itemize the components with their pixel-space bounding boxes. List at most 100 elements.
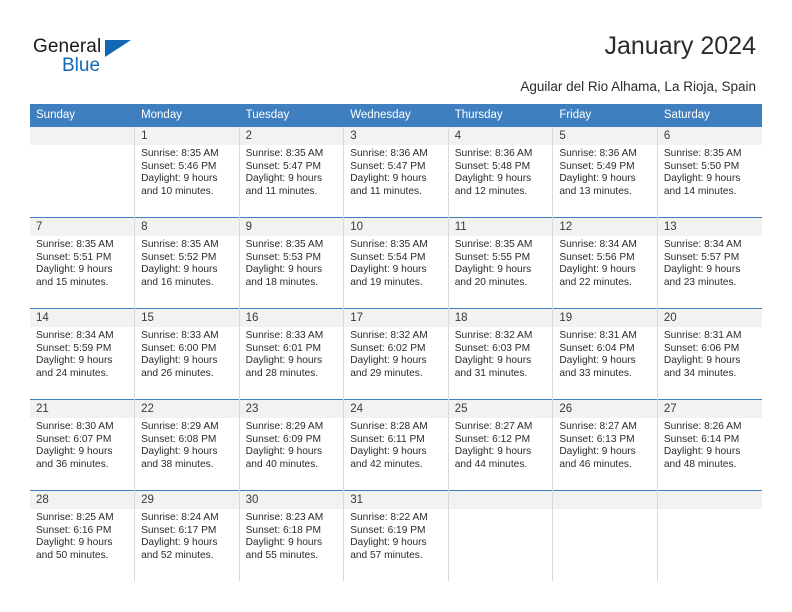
calendar-day-cell[interactable]: 24 Sunrise: 8:28 AM Sunset: 6:11 PM Dayligh… — [343, 399, 449, 491]
calendar-day-cell[interactable]: 18 Sunrise: 8:32 AM Sunset: 6:03 PM Dayligh… — [448, 308, 554, 400]
calendar-day-cell[interactable]: 27 Sunrise: 8:26 AM Sunset: 6:14 PM Dayligh… — [657, 399, 762, 491]
day-cell-inner: 24 Sunrise: 8:28 AM Sunset: 6:11 PM Dayligh… — [344, 400, 448, 490]
calendar-day-cell[interactable]: 26 Sunrise: 8:27 AM Sunset: 6:13 PM Dayligh… — [552, 399, 658, 491]
calendar-week-row: 7 Sunrise: 8:35 AM Sunset: 5:51 PM Daylight… — [30, 217, 762, 309]
daylight-text: Daylight: 9 hours and 10 minutes. — [141, 173, 218, 197]
calendar-day-cell[interactable]: 20 Sunrise: 8:31 AM Sunset: 6:06 PM Dayligh… — [657, 308, 762, 400]
sunrise-text: Sunrise: 8:34 AM — [663, 239, 742, 250]
calendar-day-cell[interactable]: 19 Sunrise: 8:31 AM Sunset: 6:04 PM Dayligh… — [552, 308, 658, 400]
day-cell-inner: 13 Sunrise: 8:34 AM Sunset: 5:57 PM Dayligh… — [657, 218, 762, 308]
daylight-text: Daylight: 9 hours and 46 minutes. — [559, 446, 636, 470]
day-sun-info: Sunrise: 8:34 AM Sunset: 5:59 PM Daylight:… — [30, 327, 134, 380]
day-cell-inner: 27 Sunrise: 8:26 AM Sunset: 6:14 PM Dayligh… — [657, 400, 762, 490]
day-sun-info: Sunrise: 8:32 AM Sunset: 6:02 PM Daylight:… — [344, 327, 448, 380]
sunset-text: Sunset: 6:09 PM — [245, 433, 321, 445]
day-number: 9 — [239, 218, 344, 236]
day-number — [657, 491, 762, 509]
calendar-day-cell[interactable]: 31 Sunrise: 8:22 AM Sunset: 6:19 PM Dayligh… — [343, 490, 449, 581]
calendar-day-cell[interactable]: 9 Sunrise: 8:35 AM Sunset: 5:53 PM Daylight… — [239, 217, 345, 309]
weekday-header-wednesday: Wednesday — [343, 104, 449, 127]
sunrise-text: Sunrise: 8:24 AM — [141, 512, 219, 523]
daylight-text: Daylight: 9 hours and 22 minutes. — [559, 264, 636, 288]
daylight-text: Daylight: 9 hours and 40 minutes. — [245, 446, 323, 470]
daylight-text: Daylight: 9 hours and 11 minutes. — [350, 173, 427, 197]
day-sun-info: Sunrise: 8:36 AM Sunset: 5:48 PM Daylight:… — [449, 145, 553, 198]
day-cell-inner: 19 Sunrise: 8:31 AM Sunset: 6:04 PM Dayligh… — [553, 309, 657, 399]
calendar-day-cell[interactable]: 28 Sunrise: 8:25 AM Sunset: 6:16 PM Dayligh… — [30, 490, 136, 581]
calendar-day-cell[interactable]: 29 Sunrise: 8:24 AM Sunset: 6:17 PM Dayligh… — [134, 490, 240, 581]
calendar-cell-empty — [30, 126, 136, 218]
sunrise-text: Sunrise: 8:36 AM — [350, 148, 428, 159]
sunset-text: Sunset: 6:12 PM — [454, 433, 531, 445]
daylight-text: Daylight: 9 hours and 29 minutes. — [350, 355, 427, 379]
day-sun-info: Sunrise: 8:30 AM Sunset: 6:07 PM Daylight:… — [30, 418, 134, 471]
general-blue-logo[interactable]: General Blue — [33, 36, 153, 86]
day-sun-info: Sunrise: 8:35 AM Sunset: 5:51 PM Daylight:… — [30, 236, 134, 289]
day-cell-inner — [657, 491, 762, 581]
sunset-text: Sunset: 5:50 PM — [663, 160, 740, 172]
sunset-text: Sunset: 5:48 PM — [454, 160, 531, 172]
day-number: 5 — [553, 127, 657, 145]
calendar-day-cell[interactable]: 1 Sunrise: 8:35 AM Sunset: 5:46 PM Daylight… — [134, 126, 240, 218]
calendar-day-cell[interactable]: 3 Sunrise: 8:36 AM Sunset: 5:47 PM Daylight… — [343, 126, 449, 218]
calendar-day-cell[interactable]: 12 Sunrise: 8:34 AM Sunset: 5:56 PM Dayligh… — [552, 217, 658, 309]
day-cell-inner — [553, 491, 657, 581]
calendar-day-cell[interactable]: 2 Sunrise: 8:35 AM Sunset: 5:47 PM Daylight… — [239, 126, 345, 218]
calendar-day-cell[interactable]: 8 Sunrise: 8:35 AM Sunset: 5:52 PM Daylight… — [134, 217, 240, 309]
day-number: 3 — [344, 127, 448, 145]
day-number: 25 — [448, 400, 553, 418]
calendar-day-cell[interactable]: 25 Sunrise: 8:27 AM Sunset: 6:12 PM Dayligh… — [448, 399, 554, 491]
day-number: 18 — [448, 309, 553, 327]
calendar-day-cell[interactable]: 15 Sunrise: 8:33 AM Sunset: 6:00 PM Dayligh… — [134, 308, 240, 400]
calendar-day-cell[interactable]: 10 Sunrise: 8:35 AM Sunset: 5:54 PM Dayligh… — [343, 217, 449, 309]
day-cell-inner: 14 Sunrise: 8:34 AM Sunset: 5:59 PM Dayligh… — [30, 309, 135, 399]
calendar-day-cell[interactable]: 14 Sunrise: 8:34 AM Sunset: 5:59 PM Dayligh… — [30, 308, 136, 400]
sunrise-text: Sunrise: 8:35 AM — [663, 148, 742, 159]
day-number: 8 — [135, 218, 239, 236]
calendar-day-cell[interactable]: 5 Sunrise: 8:36 AM Sunset: 5:49 PM Daylight… — [552, 126, 658, 218]
sunrise-text: Sunrise: 8:35 AM — [454, 239, 533, 250]
sunset-text: Sunset: 6:16 PM — [36, 524, 112, 536]
daylight-text: Daylight: 9 hours and 23 minutes. — [663, 264, 741, 288]
sunrise-text: Sunrise: 8:35 AM — [141, 148, 219, 159]
calendar-cell-empty — [657, 490, 762, 581]
calendar-day-cell[interactable]: 22 Sunrise: 8:29 AM Sunset: 6:08 PM Dayligh… — [134, 399, 240, 491]
daylight-text: Daylight: 9 hours and 20 minutes. — [454, 264, 532, 288]
sunrise-text: Sunrise: 8:32 AM — [350, 330, 428, 341]
daylight-text: Daylight: 9 hours and 19 minutes. — [350, 264, 427, 288]
day-number: 15 — [135, 309, 239, 327]
day-sun-info: Sunrise: 8:34 AM Sunset: 5:56 PM Daylight:… — [553, 236, 657, 289]
sunrise-text: Sunrise: 8:36 AM — [559, 148, 637, 159]
day-sun-info: Sunrise: 8:32 AM Sunset: 6:03 PM Daylight:… — [449, 327, 553, 380]
calendar-day-cell[interactable]: 16 Sunrise: 8:33 AM Sunset: 6:01 PM Dayligh… — [239, 308, 345, 400]
calendar-day-cell[interactable]: 30 Sunrise: 8:23 AM Sunset: 6:18 PM Dayligh… — [239, 490, 345, 581]
day-sun-info: Sunrise: 8:29 AM Sunset: 6:08 PM Daylight:… — [135, 418, 239, 471]
day-cell-inner: 8 Sunrise: 8:35 AM Sunset: 5:52 PM Daylight… — [135, 218, 239, 308]
calendar-day-cell[interactable]: 13 Sunrise: 8:34 AM Sunset: 5:57 PM Dayligh… — [657, 217, 762, 309]
daylight-text: Daylight: 9 hours and 33 minutes. — [559, 355, 636, 379]
calendar-body: 1 Sunrise: 8:35 AM Sunset: 5:46 PM Daylight… — [30, 126, 762, 581]
calendar-day-cell[interactable]: 21 Sunrise: 8:30 AM Sunset: 6:07 PM Dayligh… — [30, 399, 136, 491]
sunset-text: Sunset: 6:06 PM — [663, 342, 740, 354]
daylight-text: Daylight: 9 hours and 24 minutes. — [36, 355, 113, 379]
weekday-header-sunday: Sunday — [30, 104, 136, 127]
day-cell-inner: 22 Sunrise: 8:29 AM Sunset: 6:08 PM Dayligh… — [135, 400, 239, 490]
calendar-day-cell[interactable]: 17 Sunrise: 8:32 AM Sunset: 6:02 PM Dayligh… — [343, 308, 449, 400]
calendar-day-cell[interactable]: 11 Sunrise: 8:35 AM Sunset: 5:55 PM Dayligh… — [448, 217, 554, 309]
sunset-text: Sunset: 6:04 PM — [559, 342, 635, 354]
day-sun-info: Sunrise: 8:24 AM Sunset: 6:17 PM Daylight:… — [135, 509, 239, 562]
day-number: 26 — [553, 400, 657, 418]
weekday-header-saturday: Saturday — [657, 104, 763, 127]
calendar-day-cell[interactable]: 23 Sunrise: 8:29 AM Sunset: 6:09 PM Dayligh… — [239, 399, 345, 491]
day-cell-inner: 10 Sunrise: 8:35 AM Sunset: 5:54 PM Dayligh… — [344, 218, 448, 308]
calendar-day-cell[interactable]: 7 Sunrise: 8:35 AM Sunset: 5:51 PM Daylight… — [30, 217, 136, 309]
calendar-day-cell[interactable]: 4 Sunrise: 8:36 AM Sunset: 5:48 PM Daylight… — [448, 126, 554, 218]
sunrise-text: Sunrise: 8:31 AM — [559, 330, 637, 341]
day-cell-inner: 25 Sunrise: 8:27 AM Sunset: 6:12 PM Dayligh… — [448, 400, 553, 490]
sunrise-text: Sunrise: 8:26 AM — [663, 421, 742, 432]
daylight-text: Daylight: 9 hours and 36 minutes. — [36, 446, 113, 470]
weekday-header-thursday: Thursday — [448, 104, 554, 127]
day-sun-info: Sunrise: 8:28 AM Sunset: 6:11 PM Daylight:… — [344, 418, 448, 471]
calendar-day-cell[interactable]: 6 Sunrise: 8:35 AM Sunset: 5:50 PM Daylight… — [657, 126, 762, 218]
day-sun-info: Sunrise: 8:27 AM Sunset: 6:12 PM Daylight:… — [449, 418, 553, 471]
